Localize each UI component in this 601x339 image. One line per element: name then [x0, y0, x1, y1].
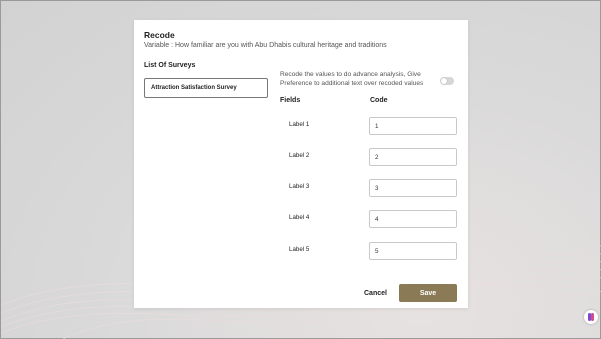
variable-description: Variable : How familiar are you with Abu… — [144, 42, 387, 49]
recode-row: Label 1 — [280, 117, 460, 135]
code-input-1[interactable] — [369, 117, 457, 135]
help-icon-right-shape — [591, 313, 594, 321]
code-input-5[interactable] — [369, 242, 457, 260]
help-chat-icon[interactable] — [584, 310, 598, 324]
row-label: Label 2 — [289, 152, 310, 159]
row-label: Label 3 — [289, 183, 310, 190]
code-input-2[interactable] — [369, 148, 457, 166]
row-label: Label 1 — [289, 121, 310, 128]
code-column-header: Code — [370, 97, 388, 104]
row-label: Label 4 — [289, 214, 310, 221]
code-input-3[interactable] — [369, 179, 457, 197]
fields-column-header: Fields — [280, 97, 301, 104]
survey-item-attraction-satisfaction[interactable]: Attraction Satisfaction Survey — [144, 78, 268, 98]
recode-note: Recode the values to do advance analysis… — [280, 71, 424, 87]
cancel-button[interactable]: Cancel — [360, 286, 391, 300]
surveys-heading: List Of Surveys — [144, 62, 196, 69]
row-label: Label 5 — [289, 246, 310, 253]
toggle-switch-icon — [441, 78, 447, 84]
recode-row: Label 4 — [280, 210, 460, 228]
recode-row: Label 5 — [280, 242, 460, 260]
save-button[interactable]: Save — [399, 284, 457, 302]
recode-toggle[interactable] — [440, 77, 454, 85]
recode-row: Label 3 — [280, 179, 460, 197]
recode-modal: Recode Variable : How familiar are you w… — [134, 20, 468, 308]
code-input-4[interactable] — [369, 210, 457, 228]
modal-title: Recode — [144, 30, 175, 40]
recode-row: Label 2 — [280, 148, 460, 166]
